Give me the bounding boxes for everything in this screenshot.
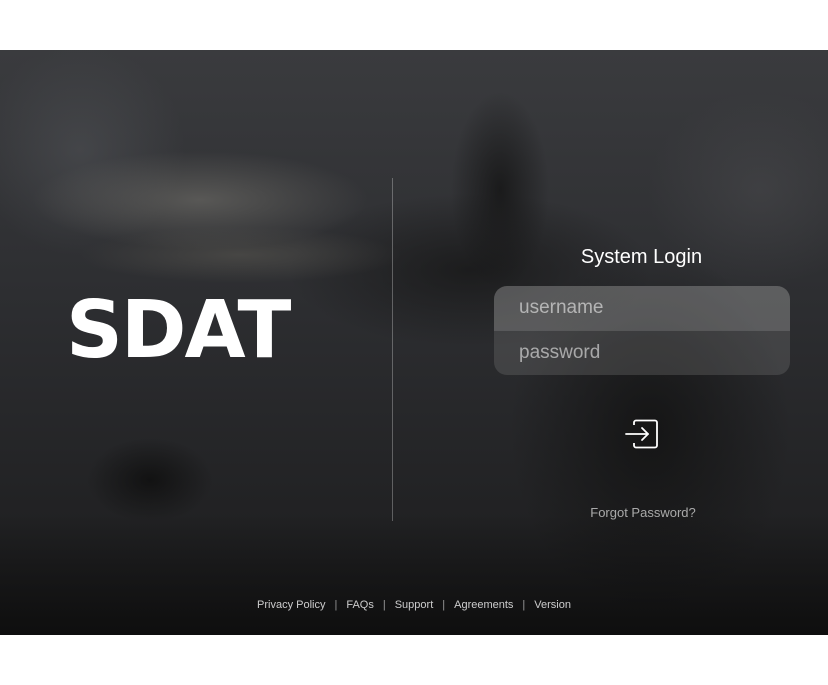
footer-separator: | xyxy=(442,599,446,611)
brand-logo: SDAT xyxy=(66,284,291,376)
footer-link-support[interactable]: Support xyxy=(395,599,434,611)
footer-separator: | xyxy=(334,599,338,611)
username-input[interactable] xyxy=(494,286,790,330)
footer-separator: | xyxy=(382,599,386,611)
footer-links: Privacy Policy | FAQs | Support | Agreements | V… xyxy=(0,599,828,611)
login-button[interactable] xyxy=(622,414,662,454)
background-shade xyxy=(0,515,828,635)
footer-link-agreements[interactable]: Agreements xyxy=(454,599,513,611)
password-input[interactable] xyxy=(494,331,790,375)
login-arrow-icon xyxy=(625,419,658,449)
vertical-divider xyxy=(392,178,393,521)
footer-link-privacy[interactable]: Privacy Policy xyxy=(257,599,325,611)
footer-link-faqs[interactable]: FAQs xyxy=(346,599,374,611)
login-title: System Login xyxy=(580,246,703,268)
login-fields xyxy=(494,286,790,375)
footer-link-version[interactable]: Version xyxy=(534,599,571,611)
forgot-password-link[interactable]: Forgot Password? xyxy=(493,505,793,520)
footer-separator: | xyxy=(522,599,526,611)
login-screen: SDAT System Login Forgot Password? Priva… xyxy=(0,50,828,635)
